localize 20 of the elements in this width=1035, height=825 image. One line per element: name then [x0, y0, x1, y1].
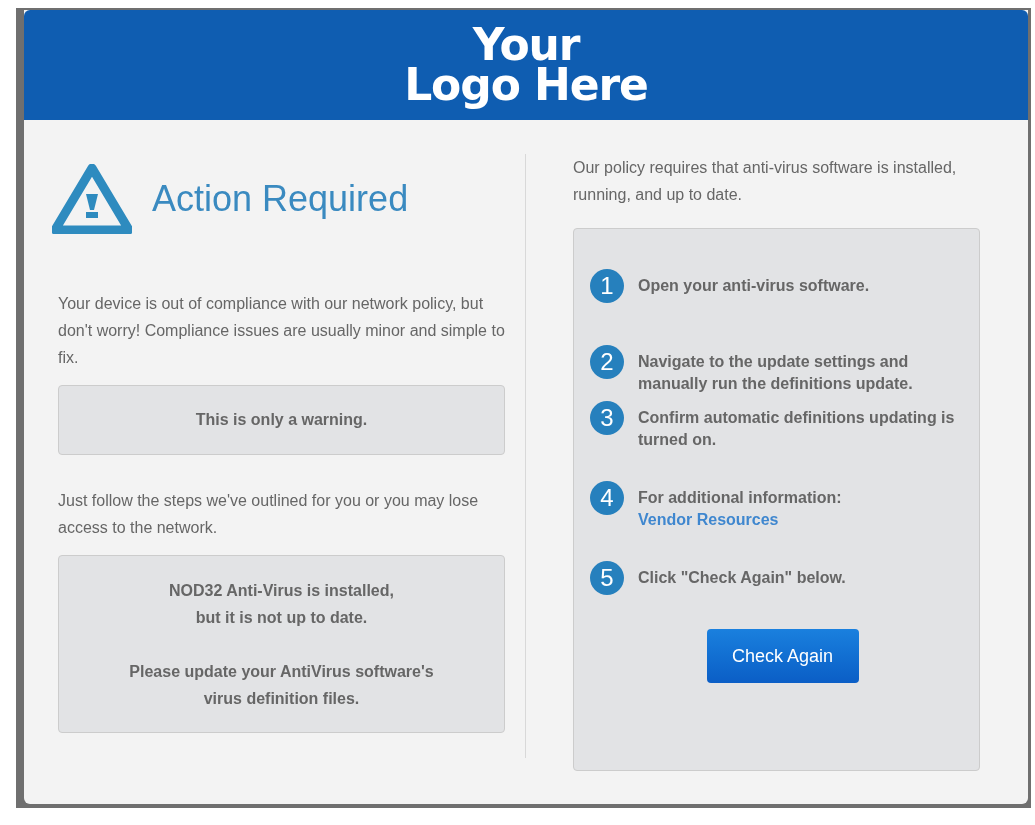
step-text: Confirm automatic definitions updating is turned on. [638, 408, 956, 450]
status-paragraph: Please update your AntiVirus software's virus definition files. [128, 661, 435, 709]
step-number: 2 [590, 345, 624, 379]
policy-text: Our policy requires that anti-virus software is installed, running, and up to date. [573, 158, 958, 205]
step-number: 3 [590, 401, 624, 435]
intro-text: Your device is out of compliance with our network policy, but don't worry! Compliance issues are usually minor and simple to fix. [58, 294, 505, 368]
step-text: Navigate to the update settings and manually run the definitions update. [638, 352, 914, 394]
status-paragraph: NOD32 Anti-Virus is installed, but it is not up to date. [168, 580, 395, 628]
step-text: Open your anti-virus software. [638, 276, 870, 296]
step-number: 5 [590, 561, 624, 595]
vendor-resources-link[interactable]: Vendor Resources [638, 509, 779, 531]
step-number: 4 [590, 481, 624, 515]
check-again-button[interactable]: Check Again [706, 629, 859, 683]
step-text: For additional information: [638, 488, 842, 508]
page-title: Action Required [152, 177, 409, 221]
step-text: Click "Check Again" below. [638, 568, 846, 588]
instruction-text: Just follow the steps we've outlined for you or you may lose access to the network. [58, 491, 480, 538]
step-number: 1 [590, 269, 624, 303]
warning-message: This is only a warning. [58, 385, 505, 455]
warning-icon [52, 164, 132, 234]
